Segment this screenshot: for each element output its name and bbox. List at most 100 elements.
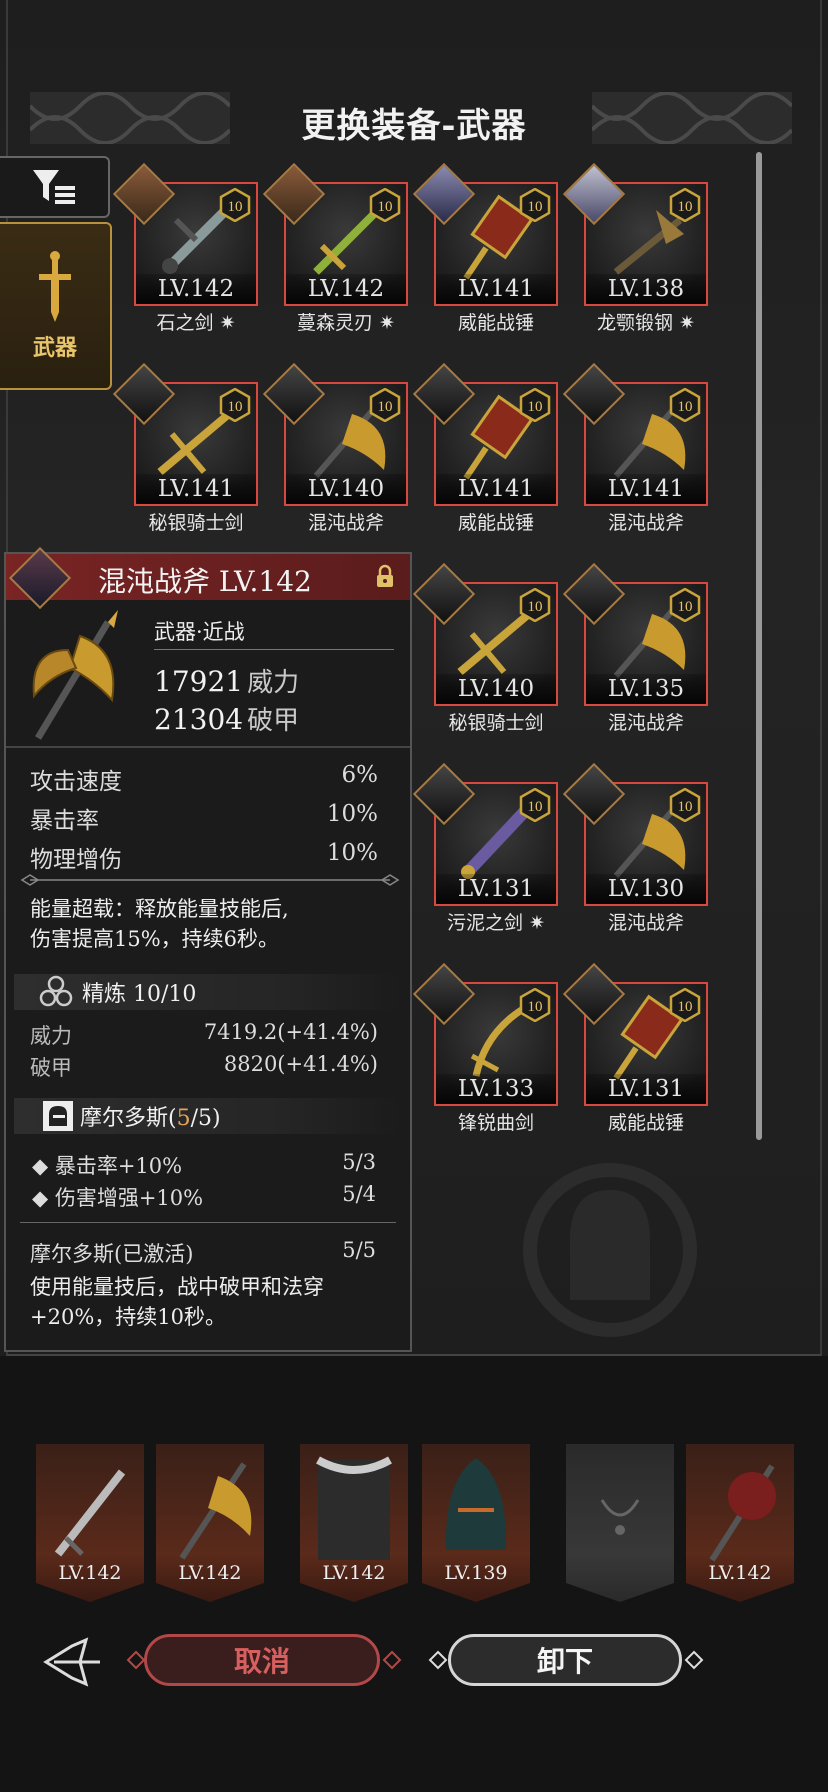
refine-row: 威力 7419.2(+41.4%) <box>30 1020 378 1050</box>
equip-slot[interactable]: LV.142 <box>686 1444 794 1602</box>
set-title: 摩尔多斯(5/5) <box>80 1100 221 1132</box>
item-type: 武器·近战 <box>154 620 245 644</box>
detail-title: 混沌战斧 LV.142 <box>98 565 312 598</box>
substat-label: 攻击速度 <box>30 769 122 795</box>
refine-badge-icon: 10 <box>669 788 701 822</box>
ornament-divider <box>20 874 400 886</box>
refine-badge-text: 10 <box>528 399 543 415</box>
refine-badge-text: 10 <box>378 199 393 215</box>
refine-badge-text: 10 <box>228 199 243 215</box>
equipped-item-image <box>709 1464 776 1562</box>
equipped-level: LV.142 <box>708 1562 772 1584</box>
weapon-level: LV.141 <box>436 474 556 504</box>
refine-badge-text: 10 <box>378 399 393 415</box>
set-total: /5) <box>190 1106 221 1131</box>
weapon-level: LV.131 <box>436 874 556 904</box>
back-arrow-icon[interactable] <box>42 1636 104 1688</box>
equipped-item-image <box>445 1458 507 1550</box>
button-ornament <box>382 1650 402 1670</box>
tab-weapon-label: 武器 <box>32 335 77 361</box>
weapon-name: 混沌战斧 <box>307 512 384 534</box>
equip-slot[interactable]: LV.142 <box>300 1444 408 1602</box>
button-ornament <box>684 1650 704 1670</box>
weapon-name: 秘银骑士剑 <box>148 512 244 534</box>
refine-title: 精炼 10/10 <box>82 982 197 1007</box>
filter-icon <box>33 170 75 204</box>
effect-line-2: 伤害提高15%，持续6秒。 <box>30 927 280 951</box>
refine-badge-text: 10 <box>528 999 543 1015</box>
set-bonus-value: 5/3 <box>342 1150 376 1174</box>
equipped-level: LV.142 <box>178 1562 242 1584</box>
unequip-button[interactable]: 卸下 <box>448 1634 682 1686</box>
armor-break-stat: 21304 破甲 <box>154 700 299 737</box>
refine-badge-icon: 10 <box>519 788 551 822</box>
refine-row: 破甲 8820(+41.4%) <box>30 1052 378 1082</box>
filter-button[interactable] <box>0 156 110 218</box>
set-active-value: 5/5 <box>342 1238 376 1262</box>
lock-icon[interactable] <box>372 564 398 590</box>
set-divider <box>20 1222 396 1223</box>
refine-badge-icon: 10 <box>219 388 251 422</box>
power-stat: 17921 威力 <box>154 662 299 699</box>
set-bonus-value: 5/4 <box>342 1182 376 1206</box>
weapon-name: 锋锐曲剑 <box>457 1112 534 1134</box>
weapon-level: LV.142 <box>286 274 406 304</box>
substat-row: 物理增伤 10% <box>30 840 378 874</box>
weapon-level: LV.142 <box>136 274 256 304</box>
weapon-name: 秘银骑士剑 <box>448 712 544 734</box>
weapon-name: 蔓森灵刃 ✷ <box>297 312 395 334</box>
weapon-name: 石之剑 ✷ <box>156 312 236 334</box>
armor-break-value: 21304 <box>154 703 244 736</box>
set-bonus-row: ◆ 伤害增强+10% 5/4 <box>32 1182 376 1212</box>
set-bonus-label: ◆ 暴击率+10% <box>32 1154 183 1178</box>
substat-label: 物理增伤 <box>30 847 122 873</box>
equipped-item-image <box>316 1456 392 1560</box>
substat-row: 暴击率 10% <box>30 801 378 835</box>
armor-break-label: 破甲 <box>247 706 300 736</box>
weapon-name: 威能战锤 <box>607 1112 684 1134</box>
refine-badge-icon: 10 <box>369 188 401 222</box>
item-detail-panel: 混沌战斧 LV.142 武器·近战 17921 威力 21304 破甲 攻击速度 6… <box>4 546 412 1352</box>
refine-badge-text: 10 <box>528 599 543 615</box>
equip-slot[interactable]: LV.142 <box>156 1444 264 1602</box>
effect-line-1: 能量超载：释放能量技能后, <box>30 897 289 921</box>
cancel-button[interactable]: 取消 <box>144 1634 380 1686</box>
section-divider <box>6 746 410 748</box>
button-ornament <box>428 1650 448 1670</box>
substat-label: 暴击率 <box>30 808 99 834</box>
equip-slot[interactable]: LV.142 <box>36 1444 144 1602</box>
weapon-name: 混沌战斧 <box>607 712 684 734</box>
equip-slot-empty[interactable] <box>566 1444 674 1602</box>
substat-value: 6% <box>341 762 379 788</box>
chaos-axe-image <box>32 610 118 740</box>
refine-badge-text: 10 <box>528 199 543 215</box>
knight-watermark-icon <box>523 1163 697 1337</box>
weapon-level: LV.141 <box>436 274 556 304</box>
substat-value: 10% <box>326 840 378 866</box>
button-ornament <box>126 1650 146 1670</box>
refine-badge-text: 10 <box>228 399 243 415</box>
refine-badge-text: 10 <box>678 399 693 415</box>
equipped-level: LV.142 <box>322 1562 386 1584</box>
scrollbar-thumb[interactable] <box>756 152 762 1140</box>
equipped-item-image <box>54 1469 126 1557</box>
tab-weapon[interactable]: 武器 <box>0 222 112 390</box>
set-name: 摩尔多斯( <box>80 1106 177 1131</box>
set-active-row: 摩尔多斯(已激活) 5/5 <box>30 1238 376 1268</box>
equipped-item-image <box>600 1499 640 1535</box>
weapon-name: 威能战锤 <box>457 512 534 534</box>
weapon-name: 污泥之剑 ✷ <box>447 912 545 934</box>
weapon-level: LV.135 <box>586 674 706 704</box>
set-desc-line-1: 使用能量技后，战中破甲和法穿 <box>30 1275 324 1299</box>
weapon-level: LV.141 <box>136 474 256 504</box>
refine-badge-icon: 10 <box>669 988 701 1022</box>
equip-slot[interactable]: LV.139 <box>422 1444 530 1602</box>
refine-value: 8820(+41.4%) <box>223 1052 378 1076</box>
refine-icon <box>39 975 73 1007</box>
refine-value: 7419.2(+41.4%) <box>203 1020 378 1044</box>
knight-helmet-icon <box>43 1101 73 1131</box>
refine-badge-icon: 10 <box>519 188 551 222</box>
refine-badge-icon: 10 <box>519 588 551 622</box>
set-bonus-row: ◆ 暴击率+10% 5/3 <box>32 1150 376 1180</box>
substat-row: 攻击速度 6% <box>30 762 378 796</box>
